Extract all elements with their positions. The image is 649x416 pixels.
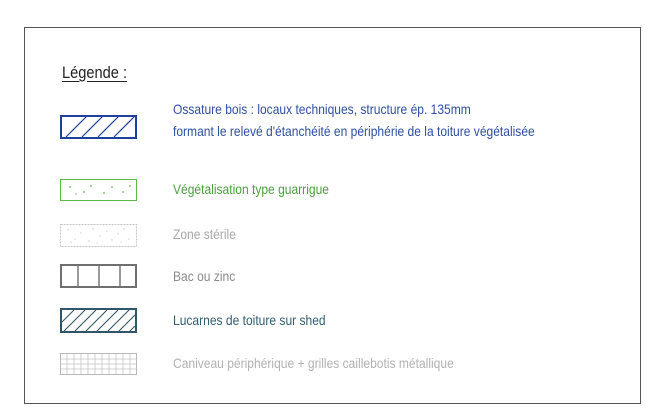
divisions-swatch-bac-zinc [60,264,137,288]
legend-label-zone-sterile: Zone stérile [173,226,236,242]
hatch-swatch-ossature [60,115,137,139]
hatch-swatch-lucarnes [60,308,137,333]
legend-frame [24,27,641,404]
legend-label-lucarnes: Lucarnes de toiture sur shed [173,312,326,328]
legend-label-caniveau: Caniveau périphérique + grilles caillebo… [173,355,454,371]
legend-label-ossature-line-2: formant le relevé d'étanchéité en périph… [173,123,535,139]
legend-label-vegetalisation: Végétalisation type guarrigue [173,181,329,197]
legend-label-ossature-line-1: Ossature bois : locaux techniques, struc… [173,101,471,117]
legend-title: Légende : [62,63,128,82]
dots-swatch-vegetalisation [60,179,137,201]
speckle-swatch-zone-sterile [60,224,137,247]
legend-label-bac-zinc: Bac ou zinc [173,268,236,284]
grid-swatch-caniveau [60,353,137,375]
